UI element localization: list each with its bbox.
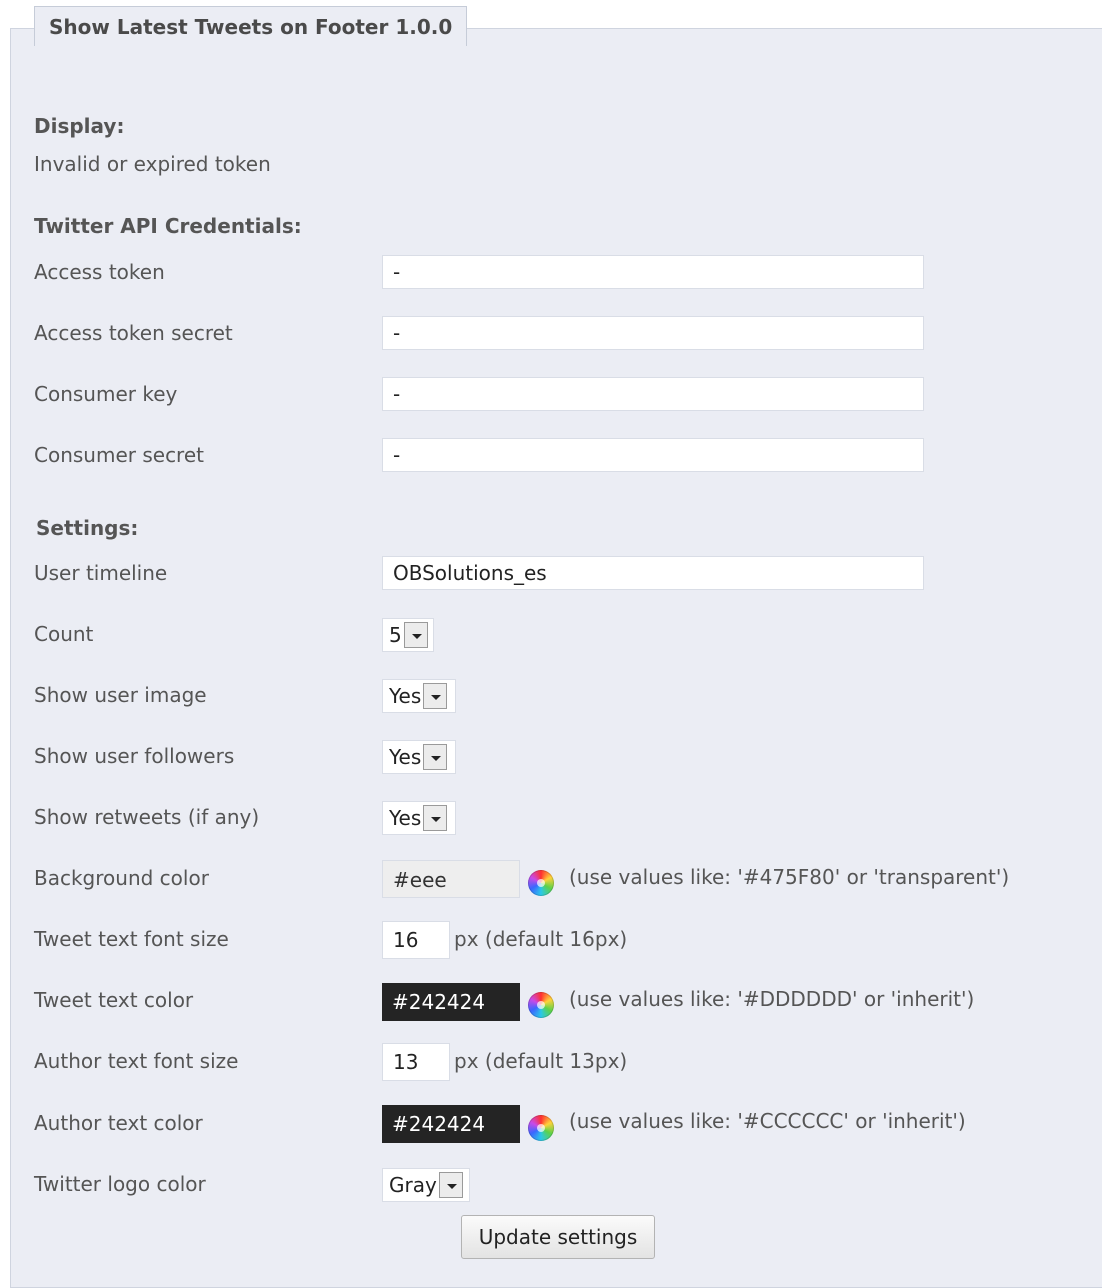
background-color-label: Background color: [34, 866, 209, 890]
update-settings-button[interactable]: Update settings: [461, 1215, 655, 1259]
twitter-logo-color-value: Gray: [389, 1173, 437, 1197]
author-font-size-hint: px (default 13px): [454, 1049, 628, 1073]
show-user-image-select[interactable]: Yes: [382, 679, 456, 713]
consumer-key-input[interactable]: -: [382, 377, 924, 411]
access-token-secret-input[interactable]: -: [382, 316, 924, 350]
chevron-down-icon[interactable]: [423, 683, 448, 709]
consumer-secret-label: Consumer secret: [34, 443, 204, 467]
background-color-hint: (use values like: '#475F80' or 'transpar…: [569, 865, 1010, 889]
show-user-followers-select[interactable]: Yes: [382, 740, 456, 774]
settings-heading: Settings:: [36, 516, 139, 540]
chevron-down-icon[interactable]: [403, 622, 428, 648]
show-user-followers-label: Show user followers: [34, 744, 235, 768]
author-text-color-label: Author text color: [34, 1111, 203, 1135]
background-color-input[interactable]: #eee: [382, 860, 520, 898]
show-retweets-value: Yes: [389, 806, 422, 830]
tweet-font-size-input[interactable]: 16: [382, 921, 450, 959]
twitter-logo-color-select[interactable]: Gray: [382, 1168, 470, 1202]
author-text-color-input[interactable]: #242424: [382, 1105, 520, 1143]
show-user-image-label: Show user image: [34, 683, 207, 707]
color-wheel-icon[interactable]: [528, 992, 554, 1018]
user-timeline-input[interactable]: OBSolutions_es: [382, 556, 924, 590]
tweet-text-color-input[interactable]: #242424: [382, 983, 520, 1021]
credentials-heading: Twitter API Credentials:: [34, 214, 302, 238]
author-text-color-hint: (use values like: '#CCCCCC' or 'inherit'…: [569, 1109, 966, 1133]
author-font-size-label: Author text font size: [34, 1049, 239, 1073]
access-token-secret-label: Access token secret: [34, 321, 233, 345]
chevron-down-icon[interactable]: [423, 744, 448, 770]
count-label: Count: [34, 622, 94, 646]
author-font-size-input[interactable]: 13: [382, 1043, 450, 1081]
chevron-down-icon[interactable]: [423, 805, 448, 831]
token-status-message: Invalid or expired token: [34, 152, 271, 176]
count-select[interactable]: 5: [382, 618, 434, 652]
access-token-label: Access token: [34, 260, 165, 284]
module-title: Show Latest Tweets on Footer 1.0.0: [34, 6, 468, 46]
tweet-text-color-label: Tweet text color: [34, 988, 194, 1012]
tweet-font-size-label: Tweet text font size: [34, 927, 229, 951]
consumer-secret-input[interactable]: -: [382, 438, 924, 472]
color-wheel-icon[interactable]: [528, 1115, 554, 1141]
twitter-logo-color-label: Twitter logo color: [34, 1172, 206, 1196]
chevron-down-icon[interactable]: [438, 1172, 463, 1198]
color-wheel-icon[interactable]: [528, 870, 554, 896]
tweet-text-color-hint: (use values like: '#DDDDDD' or 'inherit'…: [569, 987, 975, 1011]
show-user-image-value: Yes: [389, 684, 422, 708]
show-retweets-select[interactable]: Yes: [382, 801, 456, 835]
show-retweets-label: Show retweets (if any): [34, 805, 260, 829]
user-timeline-label: User timeline: [34, 561, 168, 585]
display-heading: Display:: [34, 114, 125, 138]
show-user-followers-value: Yes: [389, 745, 422, 769]
count-value: 5: [389, 623, 402, 647]
access-token-input[interactable]: -: [382, 255, 924, 289]
tweet-font-size-hint: px (default 16px): [454, 927, 628, 951]
consumer-key-label: Consumer key: [34, 382, 178, 406]
